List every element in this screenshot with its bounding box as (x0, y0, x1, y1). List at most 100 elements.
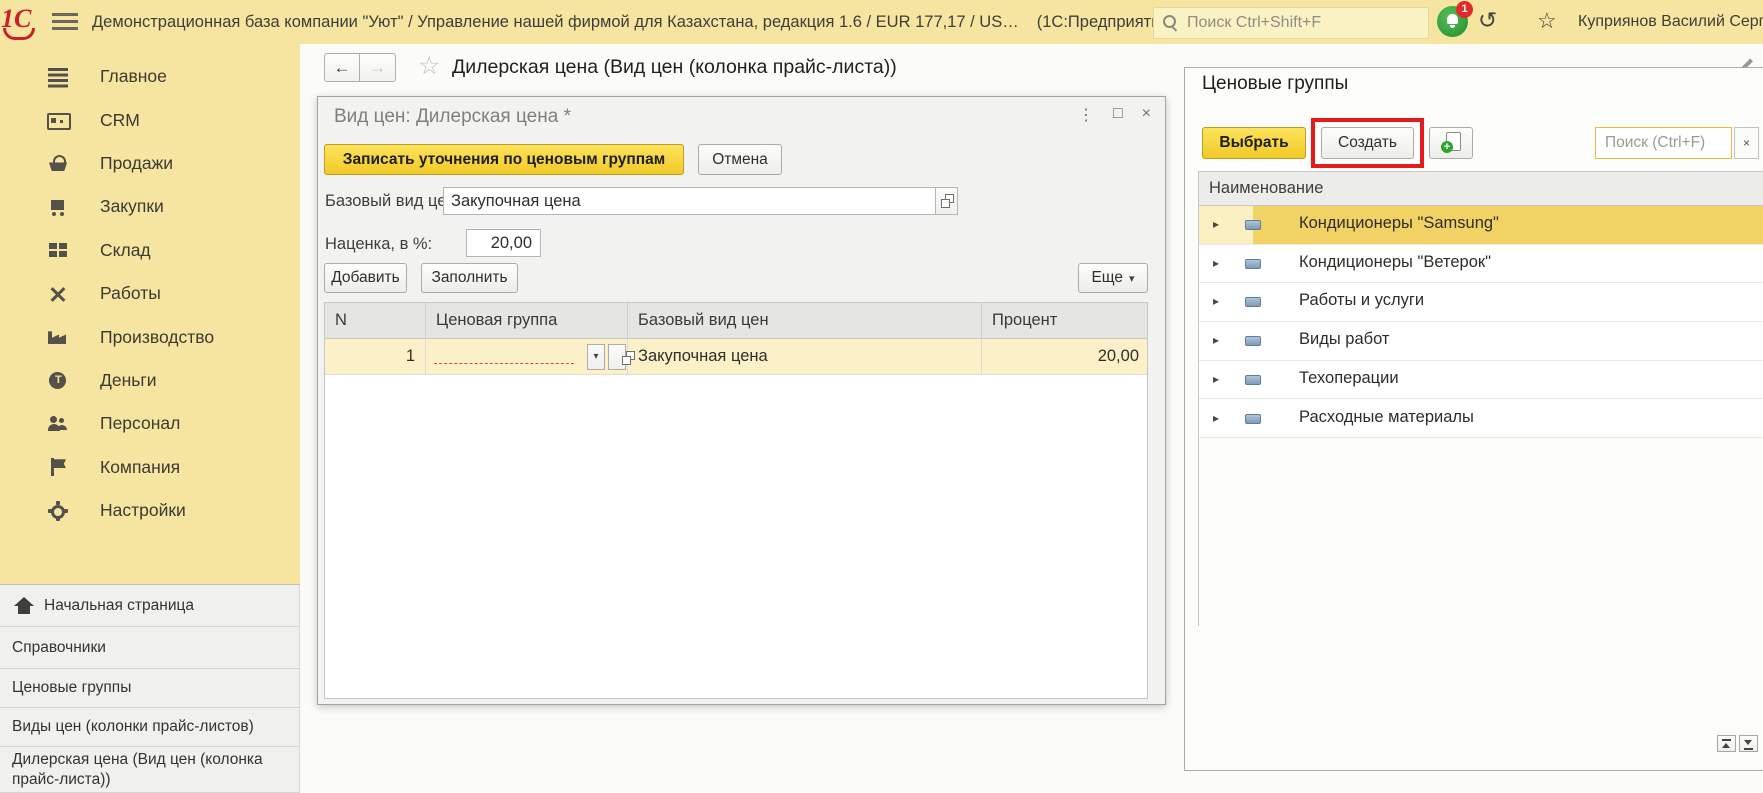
sidebar-item-label: Работы (100, 283, 161, 304)
sidebar-item-label: Главное (100, 66, 167, 87)
expand-arrow-icon[interactable]: ▸ (1213, 217, 1219, 231)
expand-arrow-icon[interactable]: ▸ (1213, 256, 1219, 270)
grid-icon (46, 240, 70, 260)
scroll-to-top-button[interactable] (1717, 735, 1736, 752)
refinements-table: N Ценовая группа Базовый вид цен Процент… (324, 302, 1148, 699)
sidebar-item-warehouse[interactable]: Склад (0, 229, 300, 272)
list-item-consumables[interactable]: ▸ Расходные материалы (1199, 400, 1763, 439)
expand-arrow-icon[interactable]: ▸ (1213, 333, 1219, 347)
taskbar-item-price-groups[interactable]: Ценовые группы (0, 669, 300, 708)
expand-arrow-icon[interactable]: ▸ (1213, 372, 1219, 386)
panel-search-box[interactable] (1595, 127, 1732, 159)
choose-button[interactable] (608, 344, 626, 370)
group-folder-icon (1245, 336, 1261, 346)
dialog-close-icon[interactable]: × (1142, 105, 1151, 125)
dropdown-button[interactable]: ▾ (587, 344, 605, 370)
add-row-button[interactable]: Добавить (324, 263, 407, 293)
taskbar-item-price-kinds[interactable]: Виды цен (колонки прайс-листов) (0, 708, 300, 747)
taskbar-item-catalogs[interactable]: Справочники (0, 627, 300, 669)
group-folder-icon (1245, 297, 1261, 307)
back-button[interactable]: ← (324, 53, 360, 82)
taskbar-item-label: Ценовые группы (0, 678, 131, 697)
clear-search-button[interactable]: × (1734, 127, 1759, 159)
sections-sidebar: Главное CRM Продажи Закупки Склад Работы… (0, 44, 300, 584)
list-header-name[interactable]: Наименование (1199, 171, 1763, 206)
sidebar-item-personnel[interactable]: Персонал (0, 402, 300, 445)
crm-icon (46, 110, 70, 130)
list-item-work-kinds[interactable]: ▸ Виды работ (1199, 322, 1763, 361)
table-row[interactable]: 1 ▾ Закупочная цена 20,00 (325, 339, 1147, 375)
select-button[interactable]: Выбрать (1202, 127, 1306, 159)
sidebar-item-crm[interactable]: CRM (0, 98, 300, 141)
group-name: Расходные материалы (1299, 408, 1474, 427)
scroll-to-end-button[interactable] (1739, 735, 1758, 752)
column-header-price-group[interactable]: Ценовая группа (426, 303, 628, 339)
taskbar-item-label: Дилерская цена (Вид цен (колонка прайс-л… (0, 750, 299, 789)
sidebar-item-company[interactable]: Компания (0, 446, 300, 489)
expand-arrow-icon[interactable]: ▸ (1213, 294, 1219, 308)
cell-percent[interactable]: 20,00 (982, 339, 1147, 374)
price-kind-dialog: Вид цен: Дилерская цена * ⋮ □ × Записать… (317, 96, 1166, 705)
history-icon[interactable]: ↺ (1478, 7, 1497, 34)
list-item-samsung[interactable]: ▸ Кондиционеры "Samsung" (1199, 206, 1763, 245)
basket-icon (46, 153, 70, 173)
sidebar-item-sales[interactable]: Продажи (0, 142, 300, 185)
cell-price-group-editor[interactable]: ▾ (426, 339, 628, 374)
gear-icon (46, 501, 70, 521)
dialog-title: Вид цен: Дилерская цена * (334, 106, 571, 128)
current-user[interactable]: Куприянов Василий Сергее (1578, 0, 1763, 44)
group-folder-icon (1245, 220, 1261, 230)
group-name: Кондиционеры "Samsung" (1299, 214, 1499, 233)
save-refinements-button[interactable]: Записать уточнения по ценовым группам (324, 144, 684, 175)
taskbar-item-dealer-price[interactable]: Дилерская цена (Вид цен (колонка прайс-л… (0, 747, 300, 793)
window-title: Демонстрационная база компании "Уют" / У… (92, 0, 1175, 44)
1c-logo-icon: 1С (1, 4, 41, 40)
sidebar-item-purchases[interactable]: Закупки (0, 185, 300, 228)
sidebar-item-main[interactable]: Главное (0, 55, 300, 98)
cell-base-price[interactable]: Закупочная цена (628, 339, 982, 374)
column-header-n[interactable]: N (325, 303, 426, 339)
base-title: Демонстрационная база компании "Уют" / У… (92, 13, 1019, 31)
history-nav-buttons: ← → (324, 53, 396, 82)
group-name: Техоперации (1299, 369, 1399, 388)
required-value-underline[interactable] (434, 363, 574, 364)
add-favorite-star-icon[interactable]: ☆ (418, 51, 440, 81)
fill-button[interactable]: Заполнить (421, 263, 518, 293)
list-item-tech-operations[interactable]: ▸ Техоперации (1199, 361, 1763, 400)
markup-field[interactable]: 20,00 (466, 229, 541, 257)
group-name: Работы и услуги (1299, 291, 1424, 310)
list-item-veterok[interactable]: ▸ Кондиционеры "Ветерок" (1199, 245, 1763, 284)
cancel-button[interactable]: Отмена (698, 144, 782, 175)
more-button[interactable]: Еще ▾ (1078, 263, 1148, 293)
hamburger-menu-icon[interactable] (52, 13, 78, 31)
create-group-button[interactable] (1429, 127, 1473, 159)
open-windows-taskbar: Начальная страница Справочники Ценовые г… (0, 584, 300, 792)
create-button[interactable]: Создать (1321, 127, 1414, 159)
dialog-maximize-icon[interactable]: □ (1113, 105, 1123, 125)
sidebar-item-label: Деньги (100, 370, 157, 391)
forward-button[interactable]: → (360, 53, 396, 82)
base-price-open-button[interactable] (935, 187, 958, 215)
home-icon (12, 596, 36, 616)
base-price-label: Базовый вид цен: (325, 192, 460, 211)
column-header-base-price[interactable]: Базовый вид цен (628, 303, 982, 339)
cell-n[interactable]: 1 (325, 339, 426, 374)
sidebar-item-works[interactable]: Работы (0, 272, 300, 315)
expand-arrow-icon[interactable]: ▸ (1213, 411, 1219, 425)
global-search-input[interactable] (1185, 13, 1409, 33)
column-header-percent[interactable]: Процент (982, 303, 1147, 339)
new-document-plus-icon (1439, 131, 1463, 155)
group-folder-icon (1245, 259, 1261, 269)
dialog-more-icon[interactable]: ⋮ (1078, 105, 1094, 125)
base-price-field[interactable]: Закупочная цена (443, 187, 936, 215)
sidebar-item-label: Продажи (100, 153, 173, 174)
list-item-works-services[interactable]: ▸ Работы и услуги (1199, 283, 1763, 322)
sidebar-item-production[interactable]: Производство (0, 315, 300, 358)
sidebar-item-settings[interactable]: Настройки (0, 489, 300, 532)
panel-search-input[interactable] (1603, 133, 1727, 153)
sidebar-item-money[interactable]: Деньги (0, 359, 300, 402)
global-search-box[interactable] (1153, 7, 1429, 39)
taskbar-item-home[interactable]: Начальная страница (0, 585, 300, 627)
taskbar-item-label: Справочники (0, 638, 106, 657)
favorites-star-icon[interactable]: ☆ (1537, 8, 1557, 34)
